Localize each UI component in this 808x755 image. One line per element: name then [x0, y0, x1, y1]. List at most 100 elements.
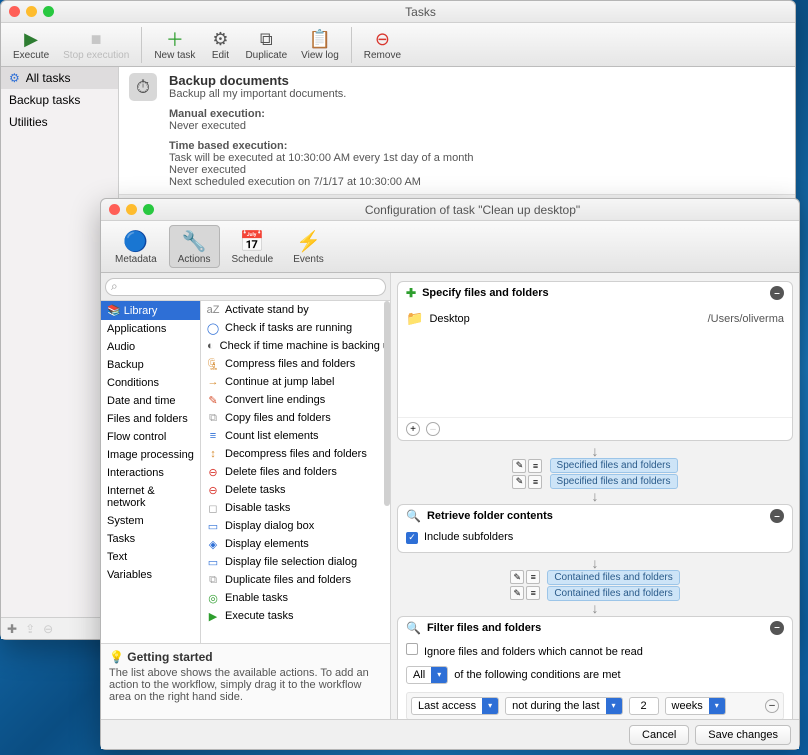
sidebar-item[interactable]: Backup tasks: [1, 89, 118, 111]
add-icon[interactable]: +: [406, 422, 420, 436]
remove-icon[interactable]: –: [426, 422, 440, 436]
close-icon[interactable]: [9, 6, 20, 17]
action-item[interactable]: ◈Display elements: [201, 535, 390, 553]
zoom-icon[interactable]: [43, 6, 54, 17]
window-title: Configuration of task "Clean up desktop": [154, 203, 791, 217]
action-item[interactable]: →Continue at jump label: [201, 373, 390, 391]
duplicate-button[interactable]: ⧉Duplicate: [239, 26, 293, 63]
connector-pill[interactable]: Contained files and folders: [547, 586, 679, 601]
minimize-icon[interactable]: [126, 204, 137, 215]
checkbox-icon[interactable]: ✓: [406, 532, 418, 544]
scope-text: of the following conditions are met: [454, 669, 620, 681]
action-item[interactable]: ⊖Delete files and folders: [201, 463, 390, 481]
category-item[interactable]: Applications: [101, 320, 200, 338]
action-item[interactable]: ◻Disable tasks: [201, 499, 390, 517]
list-icon[interactable]: ≡: [526, 586, 540, 600]
checkbox-icon[interactable]: [406, 643, 418, 655]
schedule-tab-icon: 📅: [239, 228, 265, 254]
action-item[interactable]: ▶Execute tasks: [201, 607, 390, 625]
list-icon[interactable]: ≡: [526, 570, 540, 584]
file-row[interactable]: 📁Desktop/Users/oliverma: [406, 308, 784, 329]
remove-icon[interactable]: ⊖: [43, 622, 53, 636]
scope-select[interactable]: All▾: [406, 666, 448, 684]
remove-block-icon[interactable]: –: [770, 621, 784, 635]
category-item[interactable]: 📚 Library: [101, 301, 200, 320]
cond-field-select[interactable]: Last access▾: [411, 697, 499, 715]
category-item[interactable]: Image processing: [101, 446, 200, 464]
tab-label: Metadata: [115, 254, 157, 265]
category-item[interactable]: Variables: [101, 566, 200, 584]
action-item[interactable]: ◐Check if time machine is backing up dat: [201, 337, 390, 355]
list-icon[interactable]: ≡: [528, 475, 542, 489]
connector-pill[interactable]: Specified files and folders: [550, 474, 678, 489]
action-item[interactable]: ▭Display dialog box: [201, 517, 390, 535]
cond-unit-select[interactable]: weeks▾: [665, 697, 726, 715]
category-item[interactable]: Internet & network: [101, 482, 200, 512]
connector-pill[interactable]: Specified files and folders: [550, 458, 678, 473]
zoom-icon[interactable]: [143, 204, 154, 215]
action-item[interactable]: ↕Decompress files and folders: [201, 445, 390, 463]
action-item[interactable]: ✎Convert line endings: [201, 391, 390, 409]
category-item[interactable]: Date and time: [101, 392, 200, 410]
category-item[interactable]: Audio: [101, 338, 200, 356]
action-label: Check if time machine is backing up dat: [220, 340, 390, 352]
category-item[interactable]: System: [101, 512, 200, 530]
action-item[interactable]: 🗜Compress files and folders: [201, 355, 390, 373]
scrollbar[interactable]: [384, 301, 390, 506]
cancel-button[interactable]: Cancel: [629, 725, 689, 745]
actions-tab[interactable]: 🔧Actions: [169, 225, 220, 268]
category-item[interactable]: Text: [101, 548, 200, 566]
action-item[interactable]: ⧉Copy files and folders: [201, 409, 390, 427]
action-item[interactable]: ▭Display file selection dialog: [201, 553, 390, 571]
share-icon[interactable]: ⇪: [25, 622, 35, 636]
window-controls: [9, 6, 54, 17]
edit-button[interactable]: ⚙Edit: [203, 26, 237, 63]
category-item[interactable]: Backup: [101, 356, 200, 374]
sidebar-item[interactable]: Utilities: [1, 111, 118, 133]
close-icon[interactable]: [109, 204, 120, 215]
action-item[interactable]: ⊖Delete tasks: [201, 481, 390, 499]
block-header: ✚ Specify files and folders –: [398, 282, 792, 304]
list-icon[interactable]: ≡: [528, 459, 542, 473]
cond-op-select[interactable]: not during the last▾: [505, 697, 622, 715]
remove-block-icon[interactable]: –: [770, 286, 784, 300]
newtask-button[interactable]: ＋New task: [148, 26, 201, 63]
remove-cond-icon[interactable]: –: [765, 699, 779, 713]
ignore-row[interactable]: Ignore files and folders which cannot be…: [406, 646, 643, 658]
task-row[interactable]: ⏱Backup documentsBackup all my important…: [119, 67, 795, 195]
schedule-tab[interactable]: 📅Schedule: [224, 226, 282, 267]
cond-value-input[interactable]: [629, 697, 659, 715]
edit-icon[interactable]: ✎: [510, 586, 524, 600]
viewlog-button[interactable]: 📋View log: [295, 26, 345, 63]
workflow-area[interactable]: ✚ Specify files and folders – 📁Desktop/U…: [391, 273, 799, 719]
edit-icon[interactable]: ✎: [510, 570, 524, 584]
action-item[interactable]: aZActivate stand by: [201, 301, 390, 319]
events-tab-icon: ⚡: [295, 228, 321, 254]
category-item[interactable]: Flow control: [101, 428, 200, 446]
action-item[interactable]: ⧉Duplicate files and folders: [201, 571, 390, 589]
events-tab[interactable]: ⚡Events: [285, 226, 332, 267]
tab-label: Events: [293, 254, 324, 265]
search-input[interactable]: [105, 278, 386, 296]
metadata-tab[interactable]: 🔵Metadata: [107, 226, 165, 267]
remove-block-icon[interactable]: –: [770, 509, 784, 523]
connector-pill[interactable]: Contained files and folders: [547, 570, 679, 585]
category-item[interactable]: Files and folders: [101, 410, 200, 428]
add-icon[interactable]: ✚: [7, 622, 17, 636]
edit-icon[interactable]: ✎: [512, 459, 526, 473]
save-button[interactable]: Save changes: [695, 725, 791, 745]
checkbox-label: Ignore files and folders which cannot be…: [424, 646, 643, 658]
action-item[interactable]: ≡Count list elements: [201, 427, 390, 445]
include-subfolders-row[interactable]: ✓Include subfolders: [406, 531, 513, 543]
sidebar-item[interactable]: ⚙All tasks: [1, 67, 118, 89]
minimize-icon[interactable]: [26, 6, 37, 17]
category-item[interactable]: Conditions: [101, 374, 200, 392]
category-item[interactable]: Interactions: [101, 464, 200, 482]
execute-button[interactable]: ▶Execute: [7, 26, 55, 63]
remove-button[interactable]: ⊖Remove: [358, 26, 407, 63]
action-icon: aZ: [207, 304, 219, 316]
edit-icon[interactable]: ✎: [512, 475, 526, 489]
category-item[interactable]: Tasks: [101, 530, 200, 548]
action-item[interactable]: ◎Enable tasks: [201, 589, 390, 607]
action-item[interactable]: ◯Check if tasks are running: [201, 319, 390, 337]
